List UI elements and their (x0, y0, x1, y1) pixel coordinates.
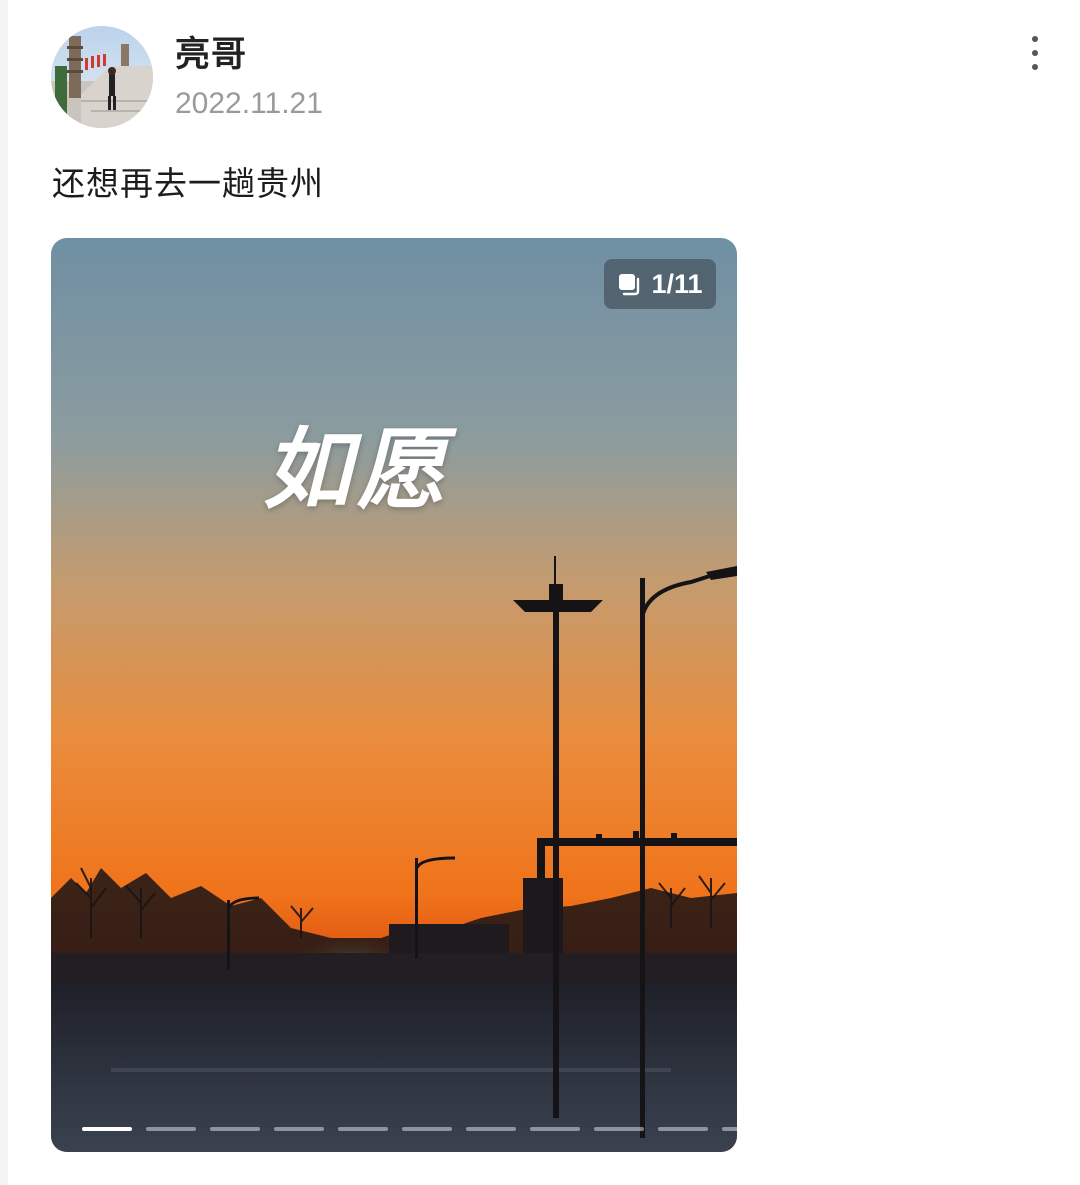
multiple-images-icon (619, 274, 640, 296)
photo-caption: 如愿 (263, 417, 452, 521)
avatar-image (51, 26, 153, 128)
more-vertical-icon[interactable] (1012, 30, 1058, 76)
author-name[interactable]: 亮哥 (175, 33, 247, 77)
avatar[interactable] (51, 26, 153, 128)
post-date: 2022.11.21 (175, 87, 323, 120)
page-dot (146, 1127, 196, 1131)
page-dot (274, 1127, 324, 1131)
page-dot (210, 1127, 260, 1131)
more-dot (1032, 50, 1038, 56)
page-counter-badge: 1/11 (604, 259, 716, 309)
page-dot (594, 1127, 644, 1131)
left-edge-strip (0, 0, 8, 1185)
sunset-photo (51, 238, 737, 1152)
page-dot (658, 1127, 708, 1131)
page-dot (402, 1127, 452, 1131)
page-dot (338, 1127, 388, 1131)
page-dot (722, 1127, 737, 1131)
more-dot (1032, 64, 1038, 70)
page-indicator (82, 1127, 737, 1131)
post-photo[interactable]: 如愿 1/11 (51, 238, 737, 1152)
post-text: 还想再去一趟贵州 (52, 164, 324, 203)
more-dot (1032, 36, 1038, 42)
page-dot (466, 1127, 516, 1131)
page-dot (530, 1127, 580, 1131)
page-dot (82, 1127, 132, 1131)
page-counter: 1/11 (651, 268, 703, 299)
